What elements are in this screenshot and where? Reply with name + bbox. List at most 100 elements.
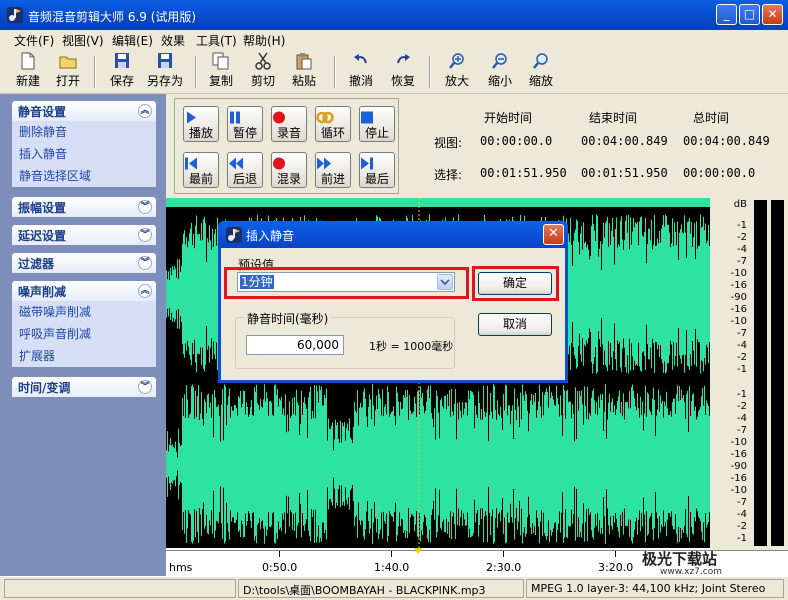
stop-icon: [361, 111, 373, 124]
zoom-label: 缩放: [528, 74, 553, 88]
pause-label: 暂停: [232, 126, 257, 140]
save-icon: [115, 53, 129, 68]
sidebar-item-delete-silence[interactable]: 删除静音: [12, 121, 156, 143]
db-tick: -10: [730, 268, 747, 279]
db-tick: -2: [737, 521, 747, 532]
view-total: 00:04:00.849: [683, 134, 770, 148]
zoom-in-button[interactable]: 放大: [437, 52, 477, 92]
cancel-button[interactable]: 取消: [478, 313, 552, 336]
duration-input[interactable]: 60,000: [246, 335, 344, 355]
level-meter-left: [754, 200, 767, 546]
maximize-button[interactable]: □: [739, 4, 760, 25]
db-tick: -7: [737, 425, 747, 436]
expand-icon[interactable]: ︾: [138, 228, 152, 242]
expand-icon[interactable]: ︾: [138, 200, 152, 214]
loop-button[interactable]: 循环: [315, 106, 351, 142]
timeline-label: 1:40.0: [374, 561, 410, 574]
dialog-close-button[interactable]: ✕: [543, 224, 564, 245]
db-tick: -90: [730, 292, 747, 303]
highlight-ok: [472, 266, 559, 301]
close-button[interactable]: ✕: [762, 4, 783, 25]
db-tick: -90: [730, 461, 747, 472]
zoom-in-icon: [449, 53, 464, 69]
watermark-logo: 极光下载站 www.xz7.com: [642, 548, 722, 577]
section-noise-reduction[interactable]: 噪声削减 ︽: [12, 281, 156, 301]
go-end-label: 最后: [364, 172, 389, 186]
collapse-icon[interactable]: ︽: [138, 284, 152, 298]
new-file-icon: [21, 52, 35, 70]
pause-button[interactable]: 暂停: [227, 106, 263, 142]
new-button[interactable]: 新建: [8, 52, 48, 92]
menu-tools[interactable]: 工具(T): [196, 32, 237, 49]
open-label: 打开: [55, 74, 80, 88]
menu-edit[interactable]: 编辑(E): [112, 32, 153, 49]
view-label: 视图:: [434, 136, 463, 150]
sidebar-item-breath-reduction[interactable]: 呼吸声音削减: [12, 323, 156, 345]
stop-button[interactable]: 停止: [359, 106, 395, 142]
save-as-button[interactable]: 另存为: [145, 52, 185, 92]
db-unit: dB: [733, 199, 747, 210]
record-button[interactable]: 录音: [271, 106, 307, 142]
mix-record-button[interactable]: 混录: [271, 152, 307, 188]
db-tick: -4: [737, 509, 747, 520]
section-delay[interactable]: 延迟设置 ︾: [12, 225, 156, 245]
menu-effects[interactable]: 效果: [161, 32, 185, 49]
paste-button[interactable]: 粘贴: [284, 52, 324, 92]
play-label: 播放: [188, 126, 213, 140]
db-tick: -1: [737, 220, 747, 231]
undo-icon: [354, 54, 367, 64]
zoom-out-label: 缩小: [487, 74, 512, 88]
expand-icon[interactable]: ︾: [138, 256, 152, 270]
redo-icon: [397, 54, 410, 64]
db-scale: dB -1 -2 -4 -7 -10 -16 -90 -16 -10 -7 -4…: [710, 198, 750, 550]
db-tick: -16: [730, 304, 747, 315]
menu-view[interactable]: 视图(V): [62, 32, 104, 49]
select-end: 00:01:51.950: [581, 166, 668, 180]
undo-button[interactable]: 撤消: [341, 52, 381, 92]
paste-label: 粘贴: [291, 74, 316, 88]
minimize-button[interactable]: _: [716, 4, 737, 25]
cut-button[interactable]: 剪切: [243, 52, 283, 92]
forward-button[interactable]: 前进: [315, 152, 351, 188]
go-start-button[interactable]: 最前: [183, 152, 219, 188]
sidebar-item-expander[interactable]: 扩展器: [12, 345, 156, 367]
duration-group-title: 静音时间(毫秒): [244, 310, 332, 327]
loop-icon: [316, 111, 334, 124]
section-amplitude-title: 振幅设置: [18, 201, 67, 215]
timeline-label: 2:30.0: [486, 561, 522, 574]
sidebar-item-tape-noise[interactable]: 磁带噪声削减: [12, 301, 156, 323]
menu-file[interactable]: 文件(F): [14, 32, 54, 49]
play-button[interactable]: 播放: [183, 106, 219, 142]
zoom-button[interactable]: 缩放: [521, 52, 561, 92]
db-tick: -10: [730, 437, 747, 448]
section-time-pitch[interactable]: 时间/变调 ︾: [12, 377, 156, 397]
skip-start-icon: [185, 157, 197, 170]
save-button[interactable]: 保存: [102, 52, 142, 92]
record-icon: [273, 111, 285, 124]
playhead-marker-icon: [414, 548, 422, 554]
db-tick: -16: [730, 473, 747, 484]
sidebar-item-insert-silence[interactable]: 插入静音: [12, 143, 156, 165]
expand-icon[interactable]: ︾: [138, 380, 152, 394]
section-amplitude[interactable]: 振幅设置 ︾: [12, 197, 156, 217]
collapse-icon[interactable]: ︽: [138, 104, 152, 118]
redo-button[interactable]: 恢复: [383, 52, 423, 92]
open-folder-icon: [59, 56, 77, 69]
section-silence[interactable]: 静音设置 ︽: [12, 101, 156, 121]
sidebar-item-silence-selection[interactable]: 静音选择区域: [12, 165, 156, 187]
rewind-button[interactable]: 后退: [227, 152, 263, 188]
db-tick: -2: [737, 232, 747, 243]
section-silence-body: 删除静音 插入静音 静音选择区域: [12, 121, 156, 187]
section-filter[interactable]: 过滤器 ︾: [12, 253, 156, 273]
zoom-out-button[interactable]: 缩小: [480, 52, 520, 92]
copy-button[interactable]: 复制: [201, 52, 241, 92]
play-icon: [187, 111, 196, 124]
db-tick: -16: [730, 280, 747, 291]
db-tick: -4: [737, 340, 747, 351]
start-time-header: 开始时间: [484, 111, 533, 125]
go-end-button[interactable]: 最后: [359, 152, 395, 188]
dialog-title-bar[interactable]: 插入静音 ✕: [218, 221, 568, 248]
transport-panel: 播放 暂停 录音 循环 停止 最前 后退 混录 前进 最后 开始时间 结束时间 …: [166, 94, 788, 198]
open-button[interactable]: 打开: [48, 52, 88, 92]
menu-help[interactable]: 帮助(H): [243, 32, 285, 49]
